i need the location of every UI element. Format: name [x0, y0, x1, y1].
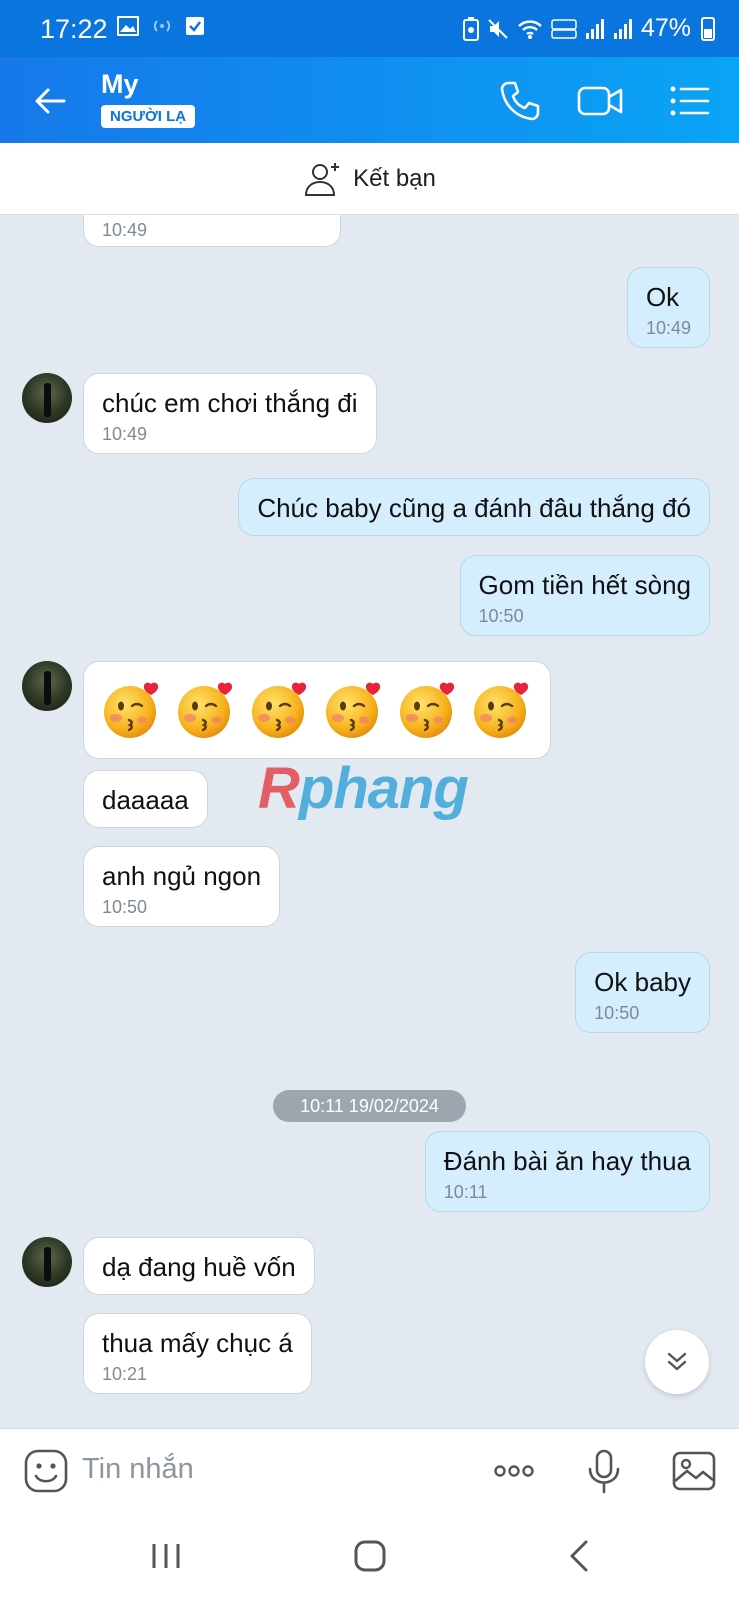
system-navigation-bar	[0, 1514, 739, 1600]
date-separator: 10:11 19/02/2024	[273, 1090, 466, 1122]
message-time: 10:50	[478, 606, 524, 626]
message-input[interactable]: Tin nhắn	[82, 1453, 194, 1486]
status-notification-icons	[117, 16, 205, 36]
message-text: daaaaa	[102, 785, 189, 815]
message-text: Chúc baby cũng a đánh đâu thắng đó	[257, 493, 691, 523]
add-friend-label: Kết bạn	[353, 164, 436, 192]
message-bubble-outgoing[interactable]: Đánh bài ăn hay thua 10:11	[424, 1131, 710, 1212]
checkbox-icon	[186, 17, 204, 35]
double-chevron-down-icon	[667, 1352, 687, 1371]
image-gallery-icon[interactable]	[670, 1447, 718, 1495]
chat-header: My NGƯỜI LẠ	[0, 57, 739, 143]
wifi-icon	[518, 19, 542, 39]
avatar[interactable]	[22, 373, 72, 423]
message-time: 10:50	[102, 897, 148, 917]
message-bubble-incoming[interactable]: daaaaa	[83, 770, 208, 828]
message-bubble-incoming[interactable]: thua mấy chục á 10:21	[83, 1313, 312, 1394]
home-icon[interactable]	[350, 1536, 390, 1576]
video-call-icon[interactable]	[576, 77, 624, 125]
kiss-emoji-icon	[474, 682, 529, 738]
avatar[interactable]	[22, 661, 72, 711]
message-text: Đánh bài ăn hay thua	[443, 1146, 691, 1176]
menu-list-icon[interactable]	[666, 77, 714, 125]
gallery-icon	[117, 16, 139, 36]
message-text: chúc em chơi thắng đi	[102, 388, 358, 418]
message-bubble-outgoing[interactable]: Chúc baby cũng a đánh đâu thắng đó	[238, 478, 710, 536]
add-friend-button[interactable]: Kết bạn	[0, 143, 739, 215]
back-icon[interactable]	[560, 1536, 600, 1576]
message-time: 10:11	[443, 1182, 488, 1202]
message-bubble-incoming[interactable]: anh ngủ ngon 10:50	[83, 846, 281, 927]
add-friend-icon	[305, 162, 340, 196]
microphone-icon[interactable]	[580, 1447, 628, 1495]
contact-name[interactable]: My	[101, 69, 139, 100]
message-bubble-incoming[interactable]: dạ đang huề vốn	[83, 1237, 315, 1295]
stranger-badge: NGƯỜI LẠ	[101, 105, 196, 128]
battery-icon	[701, 17, 715, 41]
phone-call-icon[interactable]	[496, 77, 544, 125]
message-text: Ok baby	[594, 967, 691, 997]
message-text: dạ đang huề vốn	[102, 1252, 296, 1282]
message-bubble-outgoing[interactable]: Ok 10:49	[626, 267, 710, 348]
message-text: anh ngủ ngon	[102, 861, 262, 891]
status-time: 17:22	[40, 14, 108, 44]
signal-icon-1	[585, 18, 604, 39]
kiss-emoji-icon	[400, 682, 455, 738]
message-text: thua mấy chục á	[102, 1328, 293, 1358]
recent-apps-icon[interactable]	[146, 1536, 186, 1576]
message-time: 10:49	[102, 424, 148, 444]
signal-icon-2	[613, 18, 632, 39]
message-text: Gom tiền hết sòng	[478, 570, 691, 600]
hotspot-icon	[153, 20, 171, 32]
message-bubble-incoming[interactable]: chúc em chơi thắng đi 10:49	[83, 373, 377, 454]
message-time: 10:21	[102, 1364, 148, 1384]
kiss-emoji-row	[102, 676, 532, 744]
kiss-emoji-icon	[252, 682, 307, 738]
status-bar: 17:22 47%	[0, 0, 739, 57]
message-time: 10:49	[645, 318, 691, 338]
emoji-sticker-icon[interactable]	[22, 1447, 70, 1495]
kiss-emoji-icon	[326, 682, 381, 738]
watermark-logo: Rphang	[258, 756, 469, 821]
message-time: 10:50	[594, 1003, 640, 1023]
mute-icon	[488, 18, 508, 39]
message-composer: Tin nhắn	[0, 1428, 739, 1514]
battery-saver-icon	[462, 16, 479, 41]
kiss-emoji-icon	[178, 682, 233, 738]
sticker-bubble[interactable]	[83, 661, 551, 759]
battery-percent: 47%	[640, 14, 691, 42]
status-system-icons: 47%	[462, 14, 691, 43]
message-bubble-outgoing[interactable]: Gom tiền hết sòng 10:50	[459, 555, 710, 636]
back-arrow-icon[interactable]	[30, 81, 70, 121]
message-time: 10:49	[102, 220, 148, 240]
more-options-icon[interactable]	[490, 1447, 538, 1495]
scroll-to-bottom-button[interactable]	[645, 1330, 709, 1394]
message-bubble-outgoing[interactable]: Ok baby 10:50	[575, 952, 710, 1033]
kiss-emoji-icon	[104, 682, 159, 738]
message-text: Ok	[645, 282, 680, 312]
avatar[interactable]	[22, 1237, 72, 1287]
message-bubble-incoming[interactable]: 10:49	[83, 215, 341, 247]
volte-icon	[551, 18, 577, 39]
message-list[interactable]: 10:49 Ok 10:49 chúc em chơi thắng đi 10:…	[0, 215, 739, 1428]
